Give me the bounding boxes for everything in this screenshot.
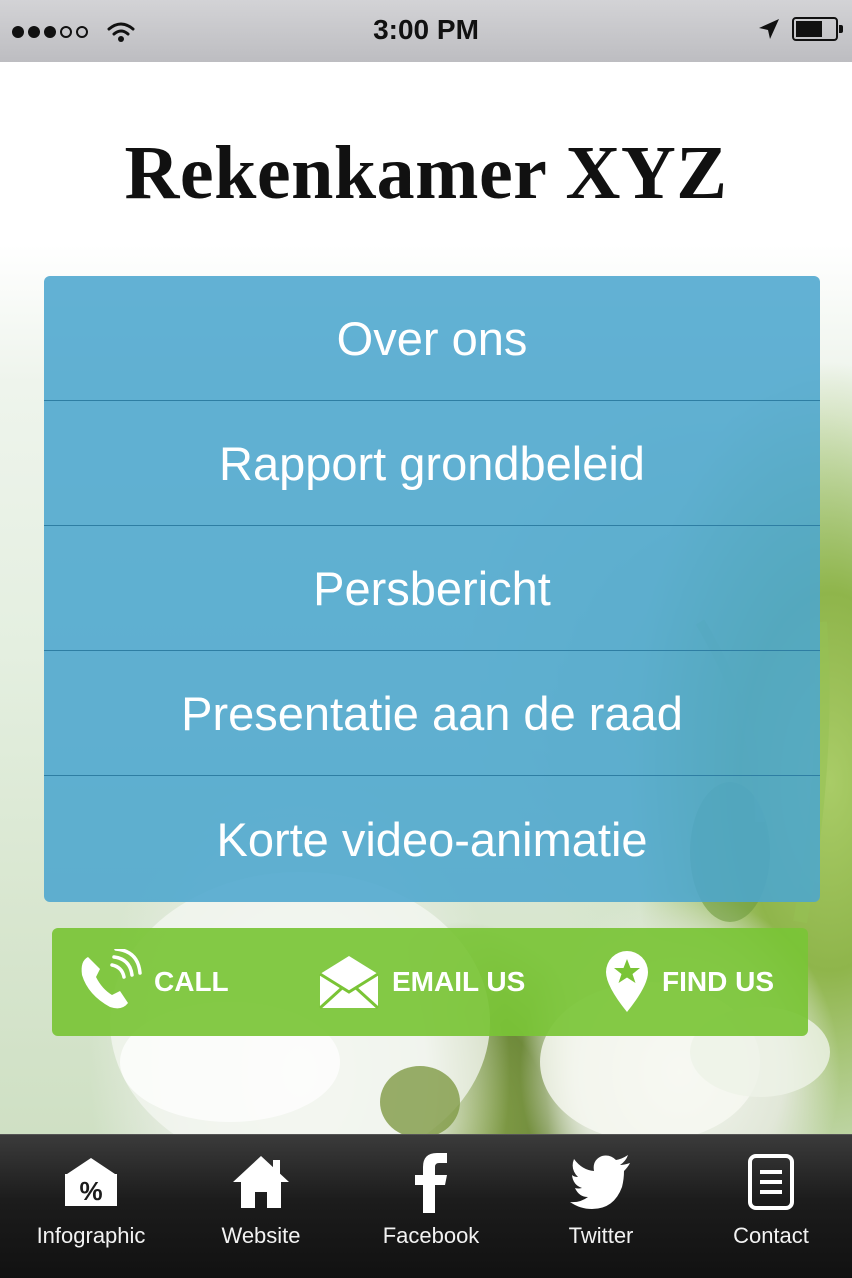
email-button[interactable]: EMAIL US xyxy=(316,928,525,1036)
email-label: EMAIL US xyxy=(392,966,526,997)
phone-icon xyxy=(81,949,142,1009)
main-menu: Over ons Rapport grondbeleid Persbericht… xyxy=(44,276,820,902)
tab-label-contact: Contact xyxy=(733,1223,809,1248)
tab-label-infographic: Infographic xyxy=(36,1223,146,1248)
menu-item-video-animatie[interactable]: Korte video-animatie xyxy=(44,776,820,902)
infographic-percent-icon: % xyxy=(65,1158,117,1206)
tab-label-facebook: Facebook xyxy=(382,1223,480,1248)
tab-label-twitter: Twitter xyxy=(568,1223,634,1248)
tab-label-website: Website xyxy=(221,1223,301,1248)
action-bar: CALL EMAIL US FIND US xyxy=(52,928,808,1036)
menu-item-persbericht[interactable]: Persbericht xyxy=(44,526,820,651)
app-screen: 3:00 PM Rekenkamer XYZ Over ons Rapport … xyxy=(0,0,852,1278)
page-title: Rekenkamer XYZ xyxy=(124,131,728,215)
envelope-icon xyxy=(318,956,380,1010)
status-time: 3:00 PM xyxy=(373,14,479,45)
tab-infographic[interactable]: % Infographic xyxy=(6,1135,176,1278)
call-button[interactable]: CALL xyxy=(76,928,229,1036)
find-us-button[interactable]: FIND US xyxy=(602,928,774,1036)
tab-website[interactable]: Website xyxy=(176,1135,346,1278)
tab-contact[interactable]: Contact xyxy=(686,1135,852,1278)
svg-text:%: % xyxy=(79,1176,102,1206)
map-pin-star-icon xyxy=(606,951,648,1012)
contact-card-icon xyxy=(748,1154,794,1210)
tab-bar: % Infographic Website Facebook Twitter C… xyxy=(0,1134,852,1278)
status-bar: 3:00 PM xyxy=(0,0,852,63)
twitter-bird-icon xyxy=(570,1155,630,1209)
home-icon xyxy=(233,1156,289,1208)
tab-twitter[interactable]: Twitter xyxy=(516,1135,686,1278)
find-us-label: FIND US xyxy=(662,966,774,997)
battery-icon xyxy=(792,17,843,41)
tab-facebook[interactable]: Facebook xyxy=(346,1135,516,1278)
menu-item-rapport-grondbeleid[interactable]: Rapport grondbeleid xyxy=(44,401,820,526)
location-arrow-icon xyxy=(759,19,779,39)
call-label: CALL xyxy=(154,966,229,997)
menu-item-over-ons[interactable]: Over ons xyxy=(44,276,820,401)
menu-item-presentatie[interactable]: Presentatie aan de raad xyxy=(44,651,820,776)
facebook-icon xyxy=(415,1153,447,1213)
